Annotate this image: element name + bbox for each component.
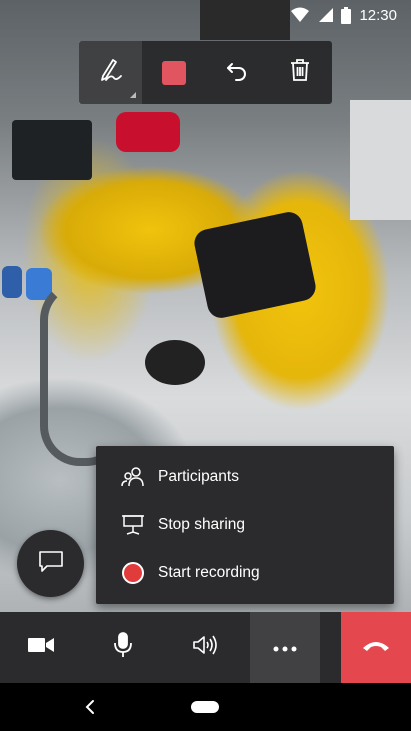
menu-item-participants[interactable]: Participants xyxy=(96,453,394,501)
hang-up-icon xyxy=(362,639,390,657)
video-button[interactable] xyxy=(0,612,82,683)
menu-item-label: Start recording xyxy=(158,564,260,581)
pen-tool-button[interactable] xyxy=(79,41,142,104)
more-options-button[interactable] xyxy=(250,612,320,683)
status-bar: 12:30 xyxy=(0,0,411,30)
delete-button[interactable] xyxy=(268,41,331,104)
pen-icon xyxy=(97,56,125,89)
color-picker-button[interactable] xyxy=(142,41,205,104)
color-swatch xyxy=(161,60,186,85)
record-icon xyxy=(120,560,146,586)
chat-icon xyxy=(38,549,64,578)
menu-item-stop-sharing[interactable]: Stop sharing xyxy=(96,501,394,549)
wifi-icon xyxy=(291,7,310,23)
hang-up-button[interactable] xyxy=(341,612,411,683)
home-button[interactable] xyxy=(191,701,219,713)
battery-icon xyxy=(341,6,352,24)
call-controls-bar xyxy=(0,612,411,683)
menu-item-label: Stop sharing xyxy=(158,516,246,533)
speaker-icon xyxy=(192,634,218,661)
chat-button[interactable] xyxy=(17,530,84,597)
participants-icon xyxy=(120,464,146,490)
signal-icon xyxy=(317,7,334,23)
stop-sharing-icon xyxy=(120,512,146,538)
ink-toolbar xyxy=(79,41,332,104)
microphone-icon xyxy=(114,632,132,663)
delete-icon xyxy=(289,58,311,87)
video-icon xyxy=(28,637,54,658)
back-icon[interactable] xyxy=(80,696,102,718)
microphone-button[interactable] xyxy=(82,612,164,683)
system-navigation-bar xyxy=(0,683,411,731)
speaker-button[interactable] xyxy=(164,612,246,683)
clock: 12:30 xyxy=(359,6,397,24)
undo-button[interactable] xyxy=(205,41,268,104)
undo-icon xyxy=(225,58,249,87)
overflow-menu: Participants Stop sharing Start recordin… xyxy=(96,446,394,604)
more-icon xyxy=(273,639,297,657)
menu-item-label: Participants xyxy=(158,468,239,485)
menu-item-start-recording[interactable]: Start recording xyxy=(96,549,394,597)
